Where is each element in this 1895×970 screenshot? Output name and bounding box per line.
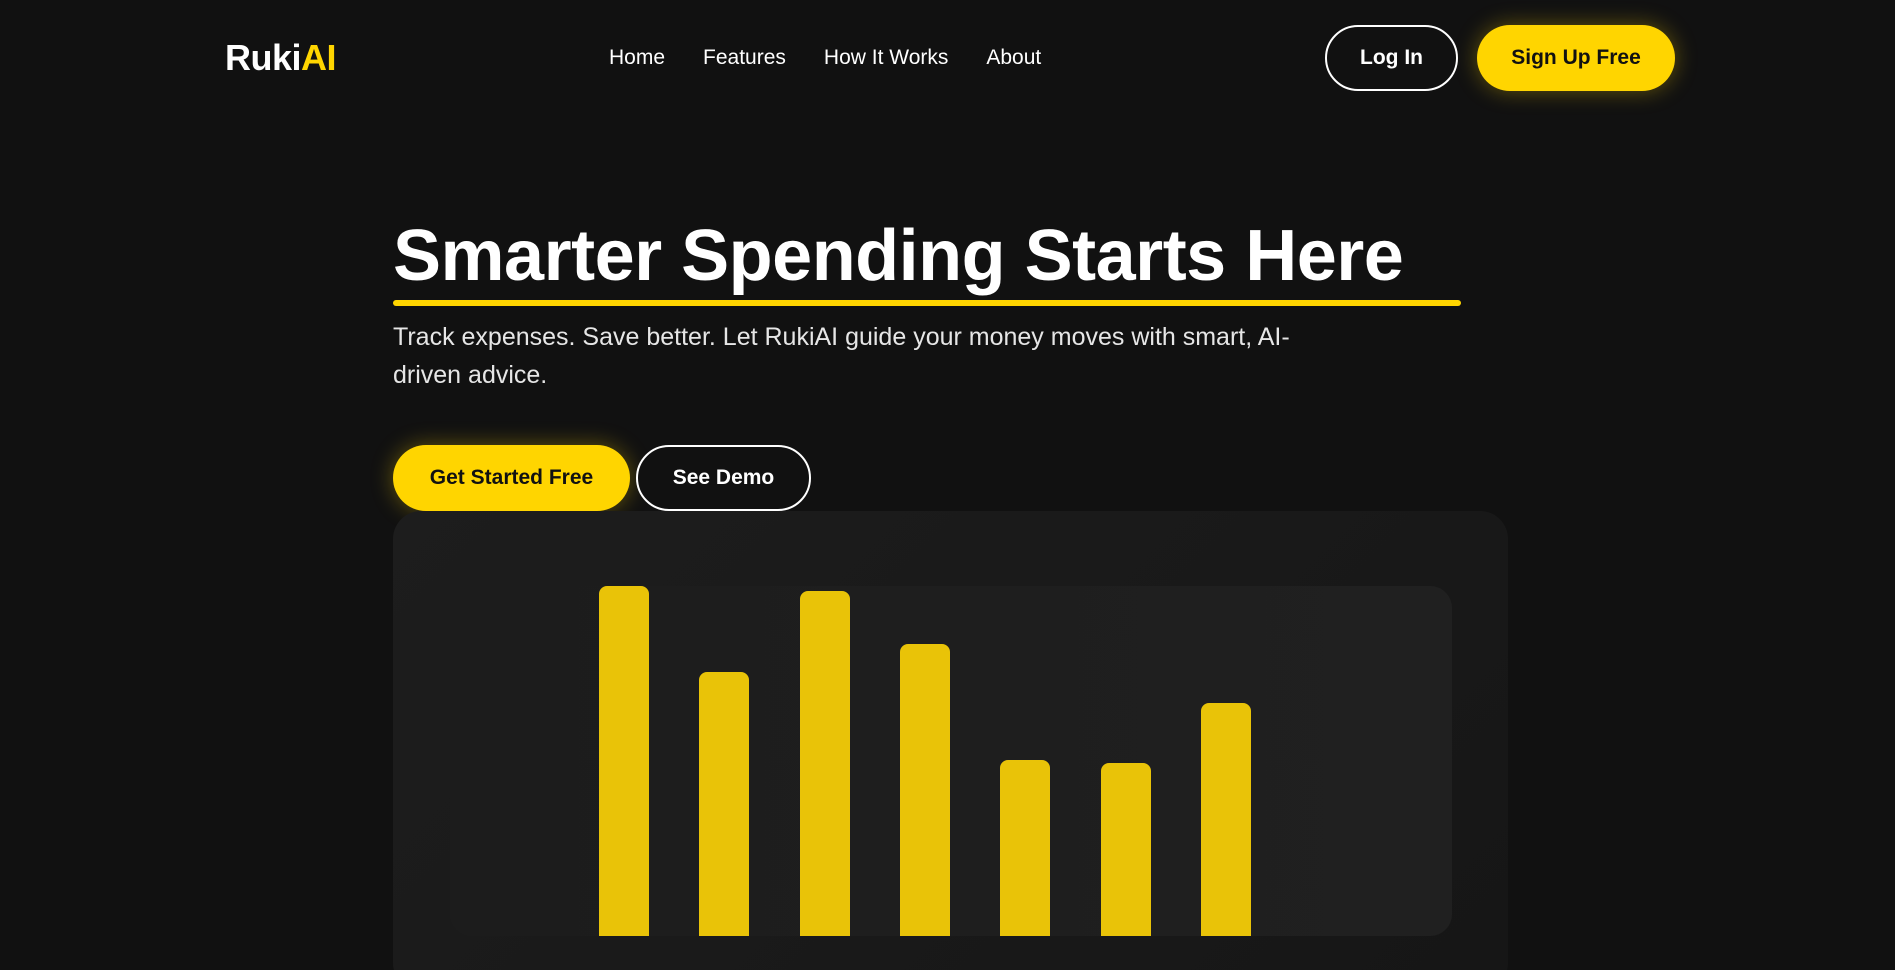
nav-link-home[interactable]: Home xyxy=(609,44,665,72)
nav-link-how-it-works[interactable]: How It Works xyxy=(824,44,948,72)
logo-accent: AI xyxy=(301,37,337,78)
get-started-button[interactable]: Get Started Free xyxy=(393,445,630,511)
chart-bar xyxy=(1100,763,1151,936)
nav-link-features[interactable]: Features xyxy=(703,44,786,72)
chart-bar xyxy=(699,671,750,936)
logo[interactable]: RukiAI xyxy=(225,36,337,80)
nav-link-about[interactable]: About xyxy=(986,44,1041,72)
chart-bar xyxy=(599,586,649,936)
title-underline xyxy=(393,300,1461,306)
logo-main: Ruki xyxy=(225,37,302,78)
hero-subtitle: Track expenses. Save better. Let RukiAI … xyxy=(393,323,1290,389)
nav-links: Home Features How It Works About xyxy=(609,44,1041,72)
chart-bar xyxy=(899,644,950,936)
see-demo-button[interactable]: See Demo xyxy=(636,445,811,511)
top-navbar: RukiAI Home Features How It Works About … xyxy=(0,0,1895,116)
landing-page: RukiAI Home Features How It Works About … xyxy=(0,0,1895,970)
hero-title: Smarter Spending Starts Here xyxy=(393,216,1404,296)
login-button[interactable]: Log In xyxy=(1325,25,1458,91)
signup-button[interactable]: Sign Up Free xyxy=(1477,25,1675,91)
chart-bar xyxy=(799,590,850,936)
chart-bar xyxy=(1200,702,1251,936)
chart-bar xyxy=(1000,759,1051,936)
